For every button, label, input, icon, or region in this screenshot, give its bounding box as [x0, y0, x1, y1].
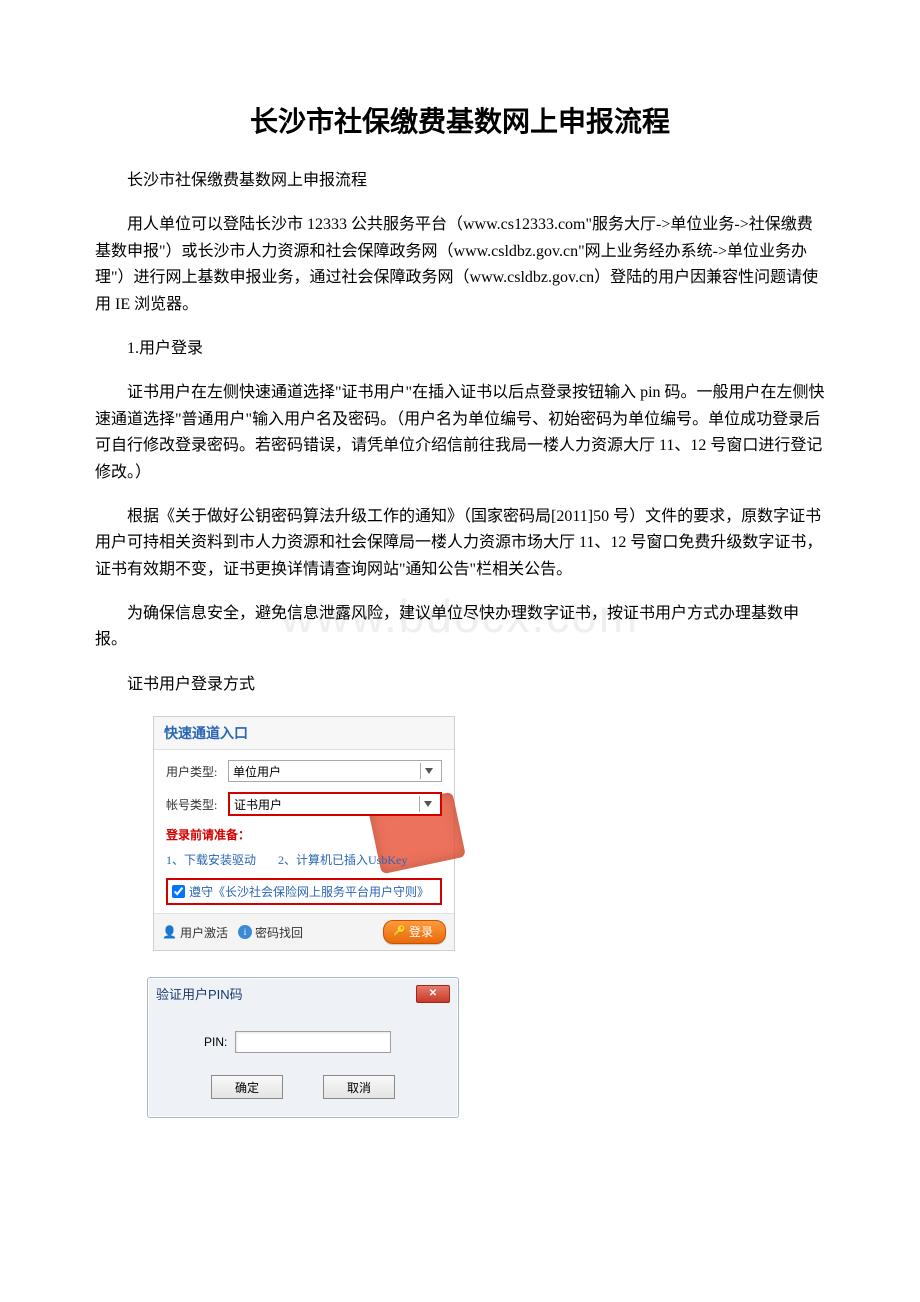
- account-type-value: 证书用户: [234, 796, 419, 813]
- pin-dialog: 验证用户PIN码 ✕ PIN: 确定 取消: [147, 977, 459, 1118]
- prep-download-driver[interactable]: 1、下载安装驱动: [166, 851, 256, 868]
- info-icon: i: [238, 925, 252, 939]
- close-button[interactable]: ✕: [416, 985, 450, 1003]
- password-recover-link[interactable]: i 密码找回: [238, 924, 303, 941]
- login-panel: 快速通道入口 用户类型: 单位用户 帐号类型: 证书用户: [153, 716, 455, 951]
- user-type-value: 单位用户: [233, 763, 420, 780]
- paragraph: 根据《关于做好公钥密码算法升级工作的通知》（国家密码局[2011]50 号）文件…: [95, 504, 825, 583]
- login-button[interactable]: 🔑 登录: [383, 920, 446, 944]
- pin-label: PIN:: [204, 1035, 227, 1049]
- user-type-label: 用户类型:: [166, 763, 228, 780]
- pin-dialog-title: 验证用户PIN码: [156, 984, 243, 1003]
- cancel-button[interactable]: 取消: [323, 1075, 395, 1099]
- page-title: 长沙市社保缴费基数网上申报流程: [95, 100, 825, 140]
- key-icon: 🔑: [394, 926, 406, 937]
- prep-usbkey: 2、计算机已插入UsbKey: [278, 851, 407, 868]
- user-icon: 👤: [162, 925, 177, 940]
- paragraph: 1.用户登录: [95, 336, 825, 362]
- account-type-label: 帐号类型:: [166, 796, 228, 813]
- login-panel-title: 快速通道入口: [154, 717, 454, 750]
- chevron-down-icon: [419, 796, 436, 812]
- agree-terms[interactable]: 遵守《长沙社会保险网上服务平台用户守则》: [166, 878, 442, 905]
- user-type-select[interactable]: 单位用户: [228, 760, 442, 782]
- paragraph: 为确保信息安全，避免信息泄露风险，建议单位尽快办理数字证书，按证书用户方式办理基…: [95, 601, 825, 654]
- paragraph: 证书用户登录方式: [95, 672, 825, 698]
- chevron-down-icon: [420, 763, 437, 779]
- account-type-select[interactable]: 证书用户: [228, 792, 442, 816]
- prep-title: 登录前请准备：: [166, 826, 442, 843]
- agree-label: 遵守《长沙社会保险网上服务平台用户守则》: [189, 883, 429, 900]
- paragraph: 用人单位可以登陆长沙市 12333 公共服务平台（www.cs12333.com…: [95, 212, 825, 318]
- close-icon: ✕: [429, 988, 437, 999]
- paragraph: 证书用户在左侧快速通道选择"证书用户"在插入证书以后点登录按钮输入 pin 码。…: [95, 380, 825, 486]
- user-activate-link[interactable]: 👤 用户激活: [162, 924, 228, 941]
- agree-checkbox[interactable]: [172, 885, 185, 898]
- ok-button[interactable]: 确定: [211, 1075, 283, 1099]
- pin-input[interactable]: [235, 1031, 391, 1053]
- paragraph: 长沙市社保缴费基数网上申报流程: [95, 168, 825, 194]
